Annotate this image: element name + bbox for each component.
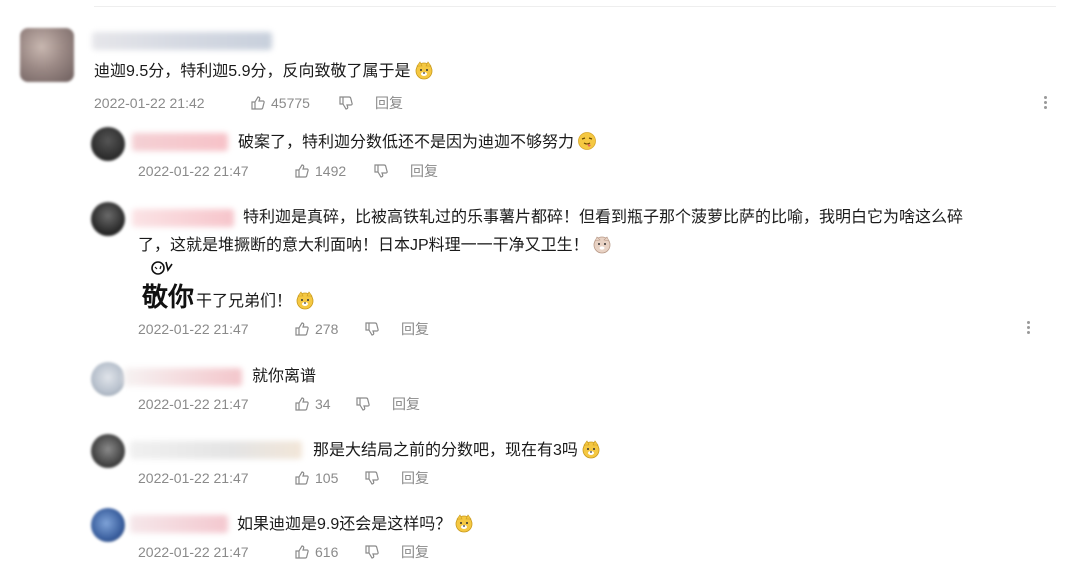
like-count: 34: [315, 396, 331, 412]
comment-text: 迪迦9.5分，特利迦5.9分，反向致敬了属于是: [94, 57, 434, 87]
avatar[interactable]: [91, 127, 125, 161]
reply-button[interactable]: 回复: [375, 93, 403, 113]
reply-text-line: 特利迦是真碎，比被高铁轧过的乐事薯片都碎！但看到瓶子那个菠萝比萨的比喻，我明白它…: [243, 209, 964, 226]
tongue-emoji-icon: [578, 132, 596, 150]
avatar[interactable]: [91, 202, 125, 236]
doge-emoji-icon: [415, 61, 432, 80]
timestamp: 2022-01-22 21:42: [94, 95, 205, 111]
avatar[interactable]: [91, 434, 125, 468]
reply-text: 如果迪迦是9.9还会是这样吗？: [237, 510, 474, 540]
avatar[interactable]: [91, 362, 125, 396]
doge-emoji-icon: [455, 514, 473, 533]
reply-item: 特利迦是真碎，比被高铁轧过的乐事薯片都碎！但看到瓶子那个菠萝比萨的比喻，我明白它…: [0, 190, 1073, 350]
thumbs-up-icon[interactable]: [294, 321, 310, 337]
username-blurred[interactable]: [132, 209, 234, 227]
doge-emoji-icon: [582, 440, 600, 459]
reply-meta: 2022-01-22 21:47 34 回复: [138, 394, 538, 414]
username-blurred[interactable]: [92, 32, 272, 50]
more-vertical-icon[interactable]: [1044, 96, 1048, 112]
username-blurred[interactable]: [130, 515, 228, 533]
thumbs-up-icon[interactable]: [294, 470, 310, 486]
doge-emoji-icon: [296, 291, 314, 310]
reply-meta: 2022-01-22 21:47 616 回复: [138, 542, 538, 562]
like-count: 105: [315, 470, 339, 486]
reply-button[interactable]: 回复: [401, 542, 429, 562]
timestamp: 2022-01-22 21:47: [138, 470, 249, 486]
thumbs-down-icon[interactable]: [373, 163, 389, 179]
avatar[interactable]: [20, 28, 74, 82]
timestamp: 2022-01-22 21:47: [138, 321, 249, 337]
reply-button[interactable]: 回复: [401, 468, 429, 488]
username-blurred[interactable]: [130, 441, 302, 459]
timestamp: 2022-01-22 21:47: [138, 396, 249, 412]
reply-text-line: 干了兄弟们！: [196, 287, 315, 317]
thumbs-down-icon[interactable]: [338, 95, 354, 111]
thumbs-up-icon[interactable]: [294, 163, 310, 179]
reply-text: 破案了，特利迦分数低还不是因为迪迦不够努力: [238, 128, 597, 158]
salute-sticker-icon: 敬你: [141, 261, 194, 313]
timestamp: 2022-01-22 21:47: [138, 163, 249, 179]
dog-emoji-icon: [593, 236, 611, 254]
like-count: 278: [315, 321, 339, 337]
reply-button[interactable]: 回复: [410, 161, 438, 181]
thumbs-down-icon[interactable]: [364, 321, 380, 337]
reply-meta: 2022-01-22 21:47 278 回复: [138, 319, 538, 339]
timestamp: 2022-01-22 21:47: [138, 544, 249, 560]
reply-item: 如果迪迦是9.9还会是这样吗？ 2022-01-22 21:47 616 回复: [0, 502, 1073, 580]
reply-meta: 2022-01-22 21:47 1492 回复: [138, 161, 538, 181]
svg-text:敬你: 敬你: [141, 283, 194, 313]
comment-meta: 2022-01-22 21:42 45775 回复: [94, 93, 494, 113]
thumbs-up-icon[interactable]: [294, 544, 310, 560]
avatar[interactable]: [91, 508, 125, 542]
reply-item: 那是大结局之前的分数吧，现在有3吗 2022-01-22 21:47 105 回…: [0, 428, 1073, 502]
reply-item: 就你离谱 2022-01-22 21:47 34 回复: [0, 350, 1073, 428]
thumbs-down-icon[interactable]: [355, 396, 371, 412]
reply-text: 就你离谱: [252, 368, 317, 385]
like-count: 1492: [315, 163, 347, 179]
reply-item: 破案了，特利迦分数低还不是因为迪迦不够努力 2022-01-22 21:47 1…: [0, 120, 1073, 190]
thumbs-up-icon[interactable]: [294, 396, 310, 412]
thumbs-down-icon[interactable]: [364, 544, 380, 560]
main-comment: 迪迦9.5分，特利迦5.9分，反向致敬了属于是 2022-01-22 21:42…: [0, 0, 1073, 120]
like-count: 616: [315, 544, 339, 560]
reply-button[interactable]: 回复: [401, 319, 429, 339]
thumbs-down-icon[interactable]: [364, 470, 380, 486]
thumbs-up-icon[interactable]: [250, 95, 266, 111]
reply-meta: 2022-01-22 21:47 105 回复: [138, 468, 538, 488]
username-blurred[interactable]: [124, 368, 242, 386]
reply-button[interactable]: 回复: [392, 394, 420, 414]
like-count: 45775: [271, 95, 310, 111]
username-blurred[interactable]: [132, 133, 228, 151]
reply-text-line: 了，这就是堆撅断的意大利面呐！日本JP料理一一干净又卫生！: [138, 231, 612, 261]
reply-text: 那是大结局之前的分数吧，现在有3吗: [313, 436, 601, 466]
more-vertical-icon[interactable]: [1027, 321, 1031, 337]
